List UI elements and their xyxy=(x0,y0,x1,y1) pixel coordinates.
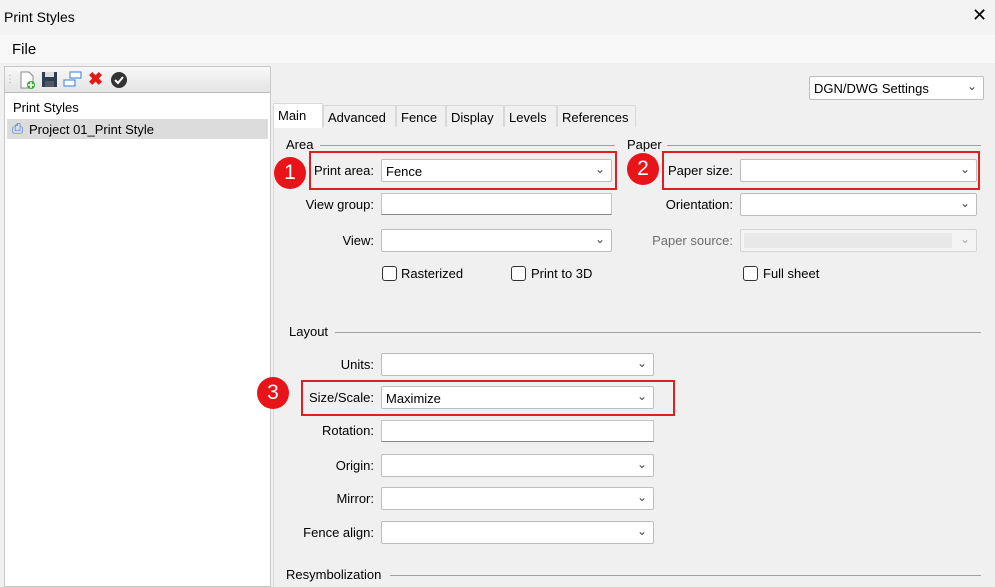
chevron-down-icon: ⌄ xyxy=(959,196,970,210)
rotation-label: Rotation: xyxy=(321,423,374,438)
delete-icon[interactable]: ✖ xyxy=(86,69,105,89)
grip-icon: ⋮ xyxy=(5,74,15,85)
settings-dropdown[interactable]: DGN/DWG Settings ⌄ xyxy=(809,76,984,100)
chevron-down-icon: ⌄ xyxy=(636,356,647,370)
units-label: Units: xyxy=(340,357,374,372)
tab-levels[interactable]: Levels xyxy=(504,105,557,127)
view-group-input[interactable] xyxy=(381,193,612,215)
view-group-label: View group: xyxy=(305,197,374,212)
menu-bar: File xyxy=(0,35,995,63)
rasterized-checkbox[interactable] xyxy=(382,266,397,281)
chevron-down-icon: ⌄ xyxy=(959,232,970,246)
resymbolization-group-title: Resymbolization xyxy=(286,567,382,582)
menu-file[interactable]: File xyxy=(12,41,36,58)
tree-root[interactable]: Print Styles xyxy=(13,100,79,115)
annotation-badge-2: 2 xyxy=(627,153,659,185)
title-bar: Print Styles ✕ xyxy=(0,0,995,35)
units-dropdown[interactable]: ⌄ xyxy=(381,353,654,376)
orientation-dropdown[interactable]: ⌄ xyxy=(740,193,977,216)
tree-item-label: Project 01_Print Style xyxy=(29,122,155,137)
window-title: Print Styles xyxy=(4,9,75,25)
origin-label: Origin: xyxy=(335,458,374,473)
save-icon[interactable] xyxy=(40,70,59,89)
rotation-input[interactable] xyxy=(381,420,654,442)
view-dropdown[interactable]: ⌄ xyxy=(381,229,612,252)
tab-main[interactable]: Main xyxy=(273,103,323,128)
divider xyxy=(320,145,615,146)
print-to-3d-label: Print to 3D xyxy=(531,266,593,281)
toolbar: ⋮ ✖ xyxy=(5,67,270,93)
fence-align-dropdown[interactable]: ⌄ xyxy=(381,521,654,544)
chevron-down-icon: ⌄ xyxy=(636,490,647,504)
tab-references[interactable]: References xyxy=(557,105,636,127)
print-styles-panel: ⋮ ✖ Print Styles ⎙ Project 01_Print Styl… xyxy=(4,66,271,587)
highlight-box-paper-size xyxy=(662,151,980,190)
orientation-label: Orientation: xyxy=(665,197,733,212)
close-icon[interactable]: ✕ xyxy=(972,5,987,26)
full-sheet-label: Full sheet xyxy=(763,266,820,281)
divider xyxy=(667,145,981,146)
full-sheet-checkbox[interactable] xyxy=(743,266,758,281)
rasterized-label: Rasterized xyxy=(401,266,464,281)
mirror-label: Mirror: xyxy=(336,491,374,506)
tab-fence[interactable]: Fence xyxy=(396,105,446,127)
annotation-badge-1: 1 xyxy=(274,157,306,189)
print-style-icon: ⎙ xyxy=(12,120,24,136)
divider xyxy=(335,332,981,333)
layout-group-title: Layout xyxy=(289,324,329,339)
paper-source-label: Paper source: xyxy=(652,233,733,248)
paper-group-title: Paper xyxy=(627,137,662,152)
view-label: View: xyxy=(342,233,374,248)
new-icon[interactable] xyxy=(17,70,36,89)
paper-source-dropdown: ⌄ xyxy=(740,229,977,252)
annotation-badge-3: 3 xyxy=(257,377,289,409)
highlight-box-size-scale xyxy=(301,380,675,416)
print-to-3d-checkbox[interactable] xyxy=(511,266,526,281)
fence-align-label: Fence align: xyxy=(303,525,374,540)
area-group-title: Area xyxy=(286,137,314,152)
chevron-down-icon: ⌄ xyxy=(636,457,647,471)
chevron-down-icon: ⌄ xyxy=(966,79,977,93)
apply-icon[interactable] xyxy=(109,70,128,89)
copy-icon[interactable] xyxy=(63,70,82,89)
mirror-dropdown[interactable]: ⌄ xyxy=(381,487,654,510)
divider xyxy=(390,575,981,576)
tab-advanced[interactable]: Advanced xyxy=(323,105,396,127)
origin-dropdown[interactable]: ⌄ xyxy=(381,454,654,477)
chevron-down-icon: ⌄ xyxy=(636,524,647,538)
tab-display[interactable]: Display xyxy=(446,105,504,127)
highlight-box-print-area xyxy=(309,151,617,190)
tree-item-print-style[interactable]: ⎙ Project 01_Print Style xyxy=(7,119,268,139)
chevron-down-icon: ⌄ xyxy=(594,232,605,246)
